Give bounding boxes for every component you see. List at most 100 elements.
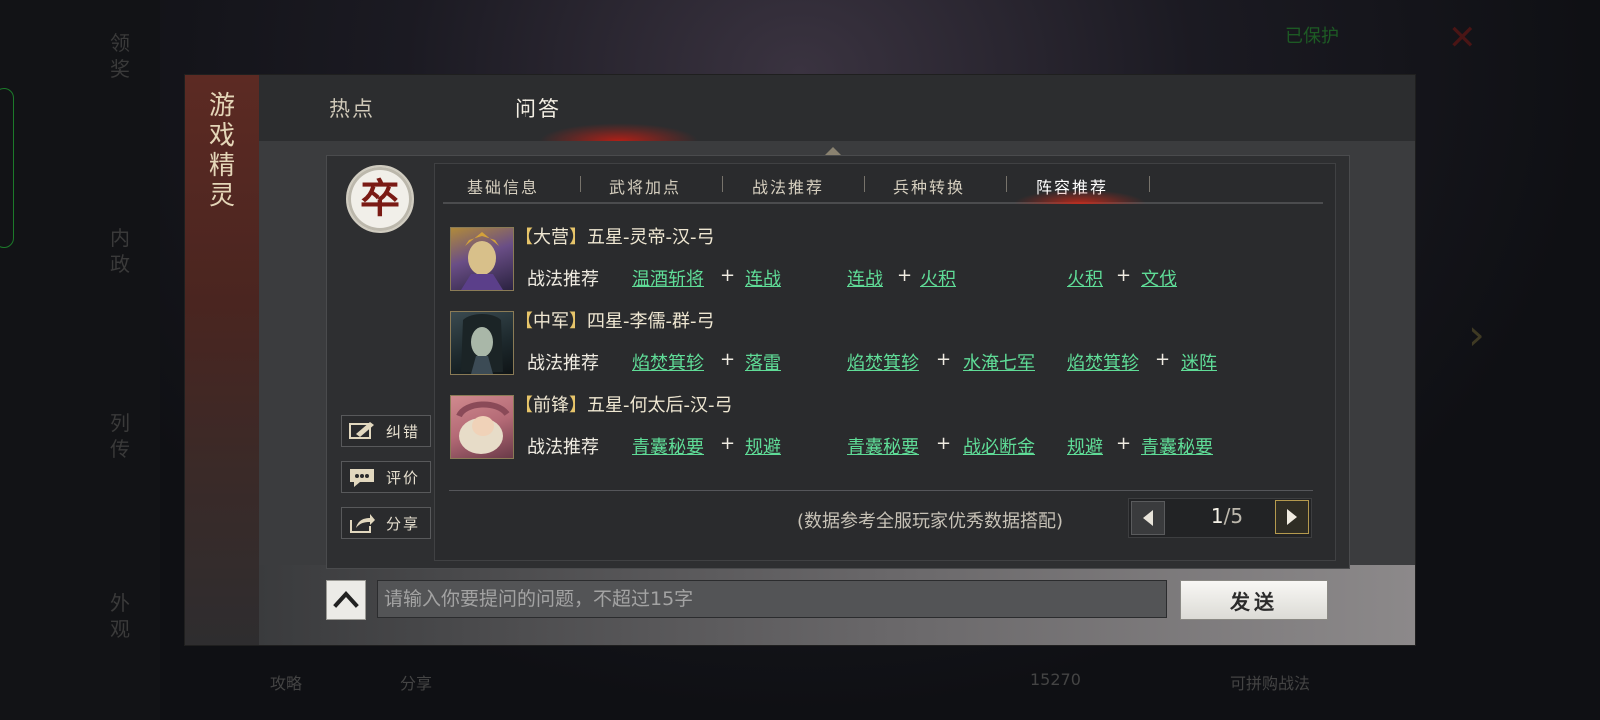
page-total: /5 xyxy=(1223,504,1244,528)
subtab-separator xyxy=(722,176,723,192)
skill-link[interactable]: 规避 xyxy=(1067,433,1103,459)
triangle-right-icon xyxy=(1287,509,1297,525)
skill-link[interactable]: 迷阵 xyxy=(1181,349,1217,375)
plus-sign: + xyxy=(1116,433,1132,454)
skill-link[interactable]: 焰焚箕轸 xyxy=(847,349,919,375)
skill-recommend-label: 战法推荐 xyxy=(527,437,599,458)
subtab-separator xyxy=(580,176,581,192)
data-source-note: (数据参考全服玩家优秀数据搭配) xyxy=(797,511,1064,532)
skill-recommend-label: 战法推荐 xyxy=(527,353,599,374)
hero-face-icon xyxy=(461,232,503,290)
skill-link[interactable]: 焰焚箕轸 xyxy=(1067,349,1139,375)
bracket-open: 【 xyxy=(515,311,533,332)
bg-bottom-item: 15270 xyxy=(1030,670,1081,689)
banner-title-char: 游 xyxy=(208,91,235,121)
subtab-basic-info[interactable]: 基础信息 xyxy=(467,174,539,198)
skill-link[interactable]: 文伐 xyxy=(1141,265,1177,291)
plus-sign: + xyxy=(720,265,736,286)
banner-title-char: 戏 xyxy=(208,121,235,151)
next-page-button[interactable] xyxy=(1275,500,1309,534)
bg-bottom-item: 分享 xyxy=(400,674,433,693)
bg-bottom-item: 可拼购战法 xyxy=(1230,674,1311,693)
tab-qa[interactable]: 问答 xyxy=(515,93,561,123)
hero-portrait[interactable] xyxy=(450,311,514,375)
hero-face-icon xyxy=(456,401,510,454)
plus-sign: + xyxy=(720,433,736,454)
triangle-left-icon xyxy=(1143,510,1153,526)
background-side-frame xyxy=(0,88,14,248)
skill-link[interactable]: 青囊秘要 xyxy=(1141,433,1213,459)
background-left-rail: 领奖 内政 列传 外观 xyxy=(0,0,160,720)
expand-up-button[interactable] xyxy=(326,580,366,620)
banner-title-char: 精 xyxy=(208,151,235,181)
skill-link[interactable]: 火积 xyxy=(920,265,956,291)
hero-position: 大营 xyxy=(533,227,569,248)
hero-position: 中军 xyxy=(533,311,569,332)
skill-link[interactable]: 连战 xyxy=(745,265,781,291)
page-indicator: 1/5 xyxy=(1197,504,1257,528)
rate-label: 评价 xyxy=(386,469,421,487)
chevron-up-icon xyxy=(333,591,359,608)
skill-link[interactable]: 青囊秘要 xyxy=(632,433,704,459)
tab-hot[interactable]: 热点 xyxy=(329,93,375,123)
plus-sign: + xyxy=(1155,349,1171,370)
report-error-label: 纠错 xyxy=(386,423,421,441)
skill-recommend-label: 战法推荐 xyxy=(527,269,599,290)
hero-face-icon xyxy=(461,314,503,374)
plus-sign: + xyxy=(897,265,913,286)
plus-sign: + xyxy=(936,349,952,370)
skill-link[interactable]: 温酒斩将 xyxy=(632,265,704,291)
plus-sign: + xyxy=(1116,265,1132,286)
prev-page-button[interactable] xyxy=(1131,501,1165,535)
background-close-icon: ✕ xyxy=(1448,18,1477,58)
panel-divider xyxy=(449,490,1313,491)
bracket-close: 】 xyxy=(569,311,587,332)
skill-link[interactable]: 战必断金 xyxy=(963,433,1035,459)
plus-sign: + xyxy=(936,433,952,454)
skill-link[interactable]: 火积 xyxy=(1067,265,1103,291)
skill-link[interactable]: 水淹七军 xyxy=(963,349,1035,375)
edit-icon xyxy=(349,422,374,439)
share-label: 分享 xyxy=(386,515,421,533)
subtab-separator xyxy=(1149,176,1150,192)
skill-link[interactable]: 焰焚箕轸 xyxy=(632,349,704,375)
skill-link[interactable]: 落雷 xyxy=(745,349,781,375)
subtab-skill-recommend[interactable]: 战法推荐 xyxy=(752,174,824,198)
active-tab-glow xyxy=(539,123,699,141)
hero-name: 五星-灵帝-汉-弓 xyxy=(587,227,715,248)
rail-item: 外观 xyxy=(110,591,130,641)
background-protect-label: 已保护 xyxy=(1285,26,1339,47)
hero-portrait[interactable] xyxy=(450,395,514,459)
share-icon xyxy=(350,514,375,533)
send-button[interactable]: 发送 xyxy=(1180,580,1328,620)
hero-portrait[interactable] xyxy=(450,227,514,291)
dialog-top-tabbar: 热点 问答 xyxy=(259,75,1415,141)
share-button[interactable]: 分享 xyxy=(341,507,431,539)
skill-link[interactable]: 规避 xyxy=(745,433,781,459)
bracket-close: 】 xyxy=(569,395,587,416)
background-bottom-bar: 攻略 分享 15270 可拼购战法 xyxy=(200,650,1400,710)
hero-name: 四星-李儒-群-弓 xyxy=(587,311,715,332)
bracket-close: 】 xyxy=(569,227,587,248)
hero-title: 【大营】五星-灵帝-汉-弓 xyxy=(515,223,715,249)
helper-avatar: 卒 xyxy=(346,165,414,233)
game-helper-dialog: 游 戏 精 灵 热点 问答 卒 纠错 评价 分享 基础信息 武将加点 战法推荐 … xyxy=(185,75,1415,645)
rail-item: 领奖 xyxy=(110,31,130,81)
page-current: 1 xyxy=(1210,504,1224,528)
bracket-open: 【 xyxy=(515,227,533,248)
subtab-attribute-points[interactable]: 武将加点 xyxy=(609,174,681,198)
subtab-troop-convert[interactable]: 兵种转换 xyxy=(893,174,965,198)
dialog-title-banner: 游 戏 精 灵 xyxy=(185,75,259,645)
active-subtab-glow xyxy=(1015,190,1145,204)
plus-sign: + xyxy=(720,349,736,370)
skill-link[interactable]: 青囊秘要 xyxy=(847,433,919,459)
question-input[interactable] xyxy=(377,580,1167,618)
rate-button[interactable]: 评价 xyxy=(341,461,431,493)
bg-bottom-item: 攻略 xyxy=(270,674,303,693)
report-error-button[interactable]: 纠错 xyxy=(341,415,431,447)
subtab-separator xyxy=(864,176,865,192)
hero-position: 前锋 xyxy=(533,395,569,416)
banner-title-char: 灵 xyxy=(208,181,235,211)
content-notch xyxy=(825,147,841,155)
skill-link[interactable]: 连战 xyxy=(847,265,883,291)
